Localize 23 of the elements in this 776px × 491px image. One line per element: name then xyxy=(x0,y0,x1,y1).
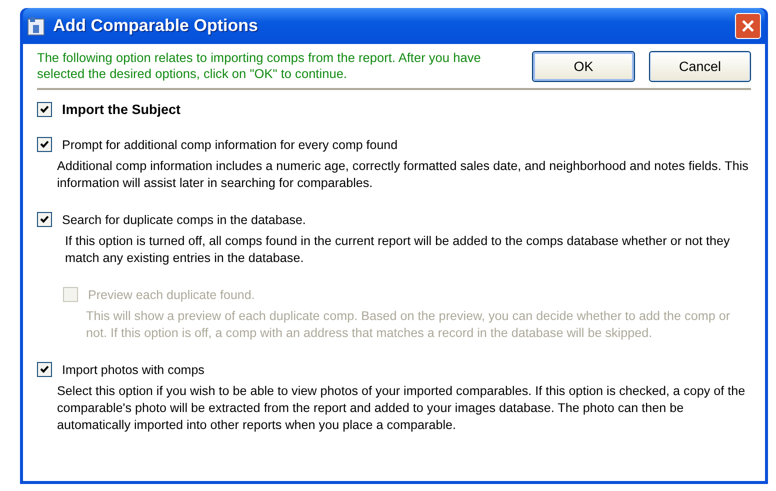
option-description: Additional comp information includes a numeric age, correctly formatted sales date, and neighborhood and notes fields. This information will assist later in searching for comparables. xyxy=(57,158,750,192)
option-label[interactable]: Import the Subject xyxy=(62,102,181,117)
checkbox[interactable] xyxy=(37,362,52,377)
option-description: If this option is turned off, all comps found in the current report will be added to the comps database whether or not they match any existing entries in the database. xyxy=(65,233,731,267)
close-button[interactable] xyxy=(735,13,761,39)
option-description: This will show a preview of each duplicate comp. Based on the preview, you can decide whether to add the comp or not. If this option is off, a comp with an address that matches a record in the database will be skipped. xyxy=(86,308,732,342)
checkmark-icon xyxy=(40,105,49,114)
checkbox[interactable] xyxy=(37,212,52,227)
close-icon xyxy=(741,19,755,33)
option-description: Select this option if you wish to be able to view photos of your imported comparables. If this option is checked, a copy of the comparable's photo will be extracted from the report and added to your images database. The photo can then be automatically imported into other reports when you place a comparable. xyxy=(57,383,746,434)
window-title: Add Comparable Options xyxy=(53,16,259,36)
option-label[interactable]: Search for duplicate comps in the database. xyxy=(62,212,306,226)
ok-button[interactable]: OK xyxy=(532,50,635,82)
app-icon xyxy=(27,16,45,36)
checkbox[interactable] xyxy=(37,137,52,152)
checkmark-icon xyxy=(40,365,49,374)
checkmark-icon xyxy=(40,215,49,224)
checkbox[interactable] xyxy=(37,102,52,117)
option-label[interactable]: Import photos with comps xyxy=(62,362,204,376)
instruction-text: The following option relates to importing comps from the report. After you have selected the desired options, click on "OK" to continue. xyxy=(37,50,482,82)
cancel-button[interactable]: Cancel xyxy=(649,50,751,82)
checkmark-icon xyxy=(40,140,49,149)
option-label[interactable]: Prompt for additional comp information for every comp found xyxy=(62,138,398,152)
